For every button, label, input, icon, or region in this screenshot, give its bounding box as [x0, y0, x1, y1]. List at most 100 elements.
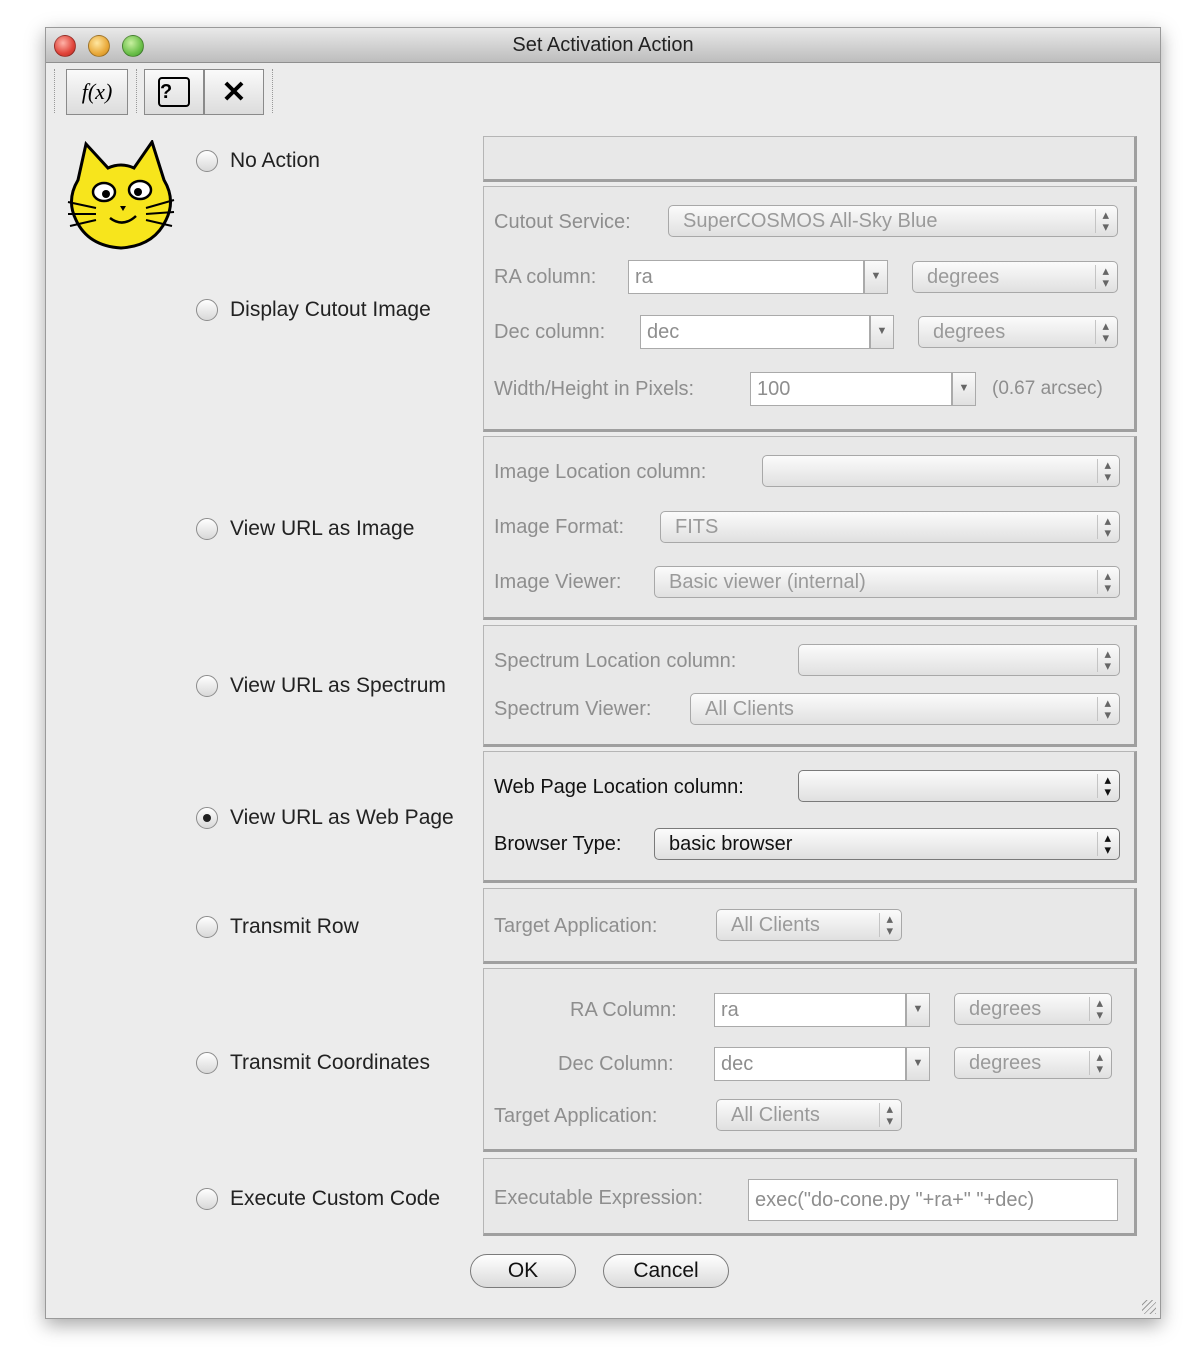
option-label: View URL as Web Page [230, 806, 454, 829]
spectrum-viewer-select[interactable]: All Clients ▴ ▾ [690, 693, 1120, 725]
dec-units-select[interactable]: degrees ▴ ▾ [918, 316, 1118, 348]
dec-column-dropdown-icon[interactable]: ▼ [870, 315, 894, 349]
no-action-panel [483, 136, 1137, 182]
select-value: Basic viewer (internal) [669, 571, 866, 593]
option-transmit-row[interactable]: Transmit Row [196, 914, 359, 940]
select-value: degrees [969, 998, 1042, 1020]
select-value: degrees [969, 1052, 1042, 1074]
dec-column-field[interactable]: dec [714, 1047, 906, 1081]
updown-arrows-icon: ▴ ▾ [1095, 264, 1109, 289]
target-application-label: Target Application: [494, 915, 658, 937]
radio-button[interactable] [196, 150, 218, 172]
option-label: Transmit Row [230, 915, 359, 938]
select-value: All Clients [731, 914, 820, 936]
updown-arrows-icon: ▴ ▾ [1097, 458, 1111, 483]
updown-arrows-icon: ▴ ▾ [1095, 208, 1109, 233]
toolbar-separator [272, 69, 273, 113]
option-view-url-spectrum[interactable]: View URL as Spectrum [196, 673, 446, 699]
ra-units-select[interactable]: degrees ▴ ▾ [912, 261, 1118, 293]
spectrum-location-select[interactable]: ▴ ▾ [798, 644, 1120, 676]
cancel-button[interactable]: Cancel [603, 1254, 729, 1288]
radio-button[interactable] [196, 518, 218, 540]
updown-arrows-icon: ▴ ▾ [1097, 514, 1111, 539]
radio-button[interactable] [196, 1188, 218, 1210]
target-application-select[interactable]: All Clients ▴ ▾ [716, 1099, 902, 1131]
close-button[interactable]: ✕ [204, 69, 264, 115]
dec-column-label: Dec column: [494, 321, 606, 343]
ra-column-label: RA Column: [570, 999, 677, 1021]
transmit-coordinates-panel: RA Column: ra ▼ degrees ▴ ▾ Dec Column: d… [483, 968, 1137, 1152]
cutout-panel: Cutout Service: SuperCOSMOS All-Sky Blue… [483, 186, 1137, 432]
executable-expression-label: Executable Expression: [494, 1187, 704, 1209]
dec-column-label: Dec Column: [558, 1053, 674, 1075]
custom-code-panel: Executable Expression: exec("do-cone.py … [483, 1158, 1137, 1236]
window-title: Set Activation Action [512, 34, 694, 56]
radio-button[interactable] [196, 1052, 218, 1074]
ra-column-dropdown-icon[interactable]: ▼ [906, 993, 930, 1027]
dec-column-dropdown-icon[interactable]: ▼ [906, 1047, 930, 1081]
size-dropdown-icon[interactable]: ▼ [952, 372, 976, 406]
updown-arrows-icon: ▴ ▾ [1089, 996, 1103, 1021]
select-value: All Clients [731, 1104, 820, 1126]
ra-column-label: RA column: [494, 266, 597, 288]
cutout-service-select[interactable]: SuperCOSMOS All-Sky Blue ▴ ▾ [668, 205, 1118, 237]
image-format-label: Image Format: [494, 516, 625, 538]
webpage-location-select[interactable]: ▴ ▾ [798, 770, 1120, 802]
option-display-cutout[interactable]: Display Cutout Image [196, 297, 431, 323]
updown-arrows-icon: ▴ ▾ [1097, 831, 1111, 856]
target-application-select[interactable]: All Clients ▴ ▾ [716, 909, 902, 941]
title-bar: Set Activation Action [46, 28, 1160, 63]
image-viewer-select[interactable]: Basic viewer (internal) ▴ ▾ [654, 566, 1120, 598]
spectrum-location-label: Spectrum Location column: [494, 650, 737, 672]
select-value: FITS [675, 516, 719, 538]
ok-button[interactable]: OK [470, 1254, 576, 1288]
radio-button-selected[interactable] [196, 807, 218, 829]
view-spectrum-panel: Spectrum Location column: ▴ ▾ Spectrum Vi… [483, 625, 1137, 747]
updown-arrows-icon: ▴ ▾ [1097, 773, 1111, 798]
radio-button[interactable] [196, 675, 218, 697]
dec-units-select[interactable]: degrees ▴ ▾ [954, 1047, 1112, 1079]
help-icon: ? [158, 77, 190, 107]
ra-column-dropdown-icon[interactable]: ▼ [864, 260, 888, 294]
radio-button[interactable] [196, 916, 218, 938]
executable-expression-field[interactable]: exec("do-cone.py "+ra+" "+dec) [748, 1179, 1118, 1221]
view-image-panel: Image Location column: ▴ ▾ Image Format: … [483, 436, 1137, 620]
option-no-action[interactable]: No Action [196, 148, 320, 174]
toolbar-separator [54, 69, 55, 113]
spectrum-viewer-label: Spectrum Viewer: [494, 698, 652, 720]
option-label: Transmit Coordinates [230, 1051, 430, 1074]
ra-column-field[interactable]: ra [714, 993, 906, 1027]
option-transmit-coordinates[interactable]: Transmit Coordinates [196, 1050, 430, 1076]
cutout-service-label: Cutout Service: [494, 211, 631, 233]
ra-column-field[interactable]: ra [628, 260, 864, 294]
updown-arrows-icon: ▴ ▾ [1097, 569, 1111, 594]
updown-arrows-icon: ▴ ▾ [1089, 1050, 1103, 1075]
select-value: degrees [927, 266, 1000, 288]
set-activation-action-dialog: Set Activation Action f(x) ? ✕ No Action… [45, 27, 1161, 1319]
toolbar-separator [136, 69, 137, 113]
image-viewer-label: Image Viewer: [494, 571, 622, 593]
image-location-select[interactable]: ▴ ▾ [762, 455, 1120, 487]
transmit-row-panel: Target Application: All Clients ▴ ▾ [483, 888, 1137, 964]
view-webpage-panel: Web Page Location column: ▴ ▾ Browser Typ… [483, 751, 1137, 883]
resize-grip-icon[interactable] [1142, 1300, 1156, 1314]
option-label: Execute Custom Code [230, 1187, 441, 1210]
browser-type-select[interactable]: basic browser ▴ ▾ [654, 828, 1120, 860]
radio-button[interactable] [196, 299, 218, 321]
help-button[interactable]: ? [144, 69, 204, 115]
select-value: basic browser [669, 833, 793, 855]
option-label: View URL as Image [230, 517, 415, 540]
image-format-select[interactable]: FITS ▴ ▾ [660, 511, 1120, 543]
target-application-label: Target Application: [494, 1105, 658, 1127]
option-execute-custom-code[interactable]: Execute Custom Code [196, 1186, 440, 1212]
updown-arrows-icon: ▴ ▾ [879, 912, 893, 937]
dec-column-field[interactable]: dec [640, 315, 870, 349]
ra-units-select[interactable]: degrees ▴ ▾ [954, 993, 1112, 1025]
option-view-url-webpage[interactable]: View URL as Web Page [196, 805, 454, 831]
size-field[interactable]: 100 [750, 372, 952, 406]
updown-arrows-icon: ▴ ▾ [879, 1102, 893, 1127]
option-view-url-image[interactable]: View URL as Image [196, 516, 414, 542]
function-button[interactable]: f(x) [66, 69, 128, 115]
select-value: All Clients [705, 698, 794, 720]
option-label: No Action [230, 149, 320, 172]
